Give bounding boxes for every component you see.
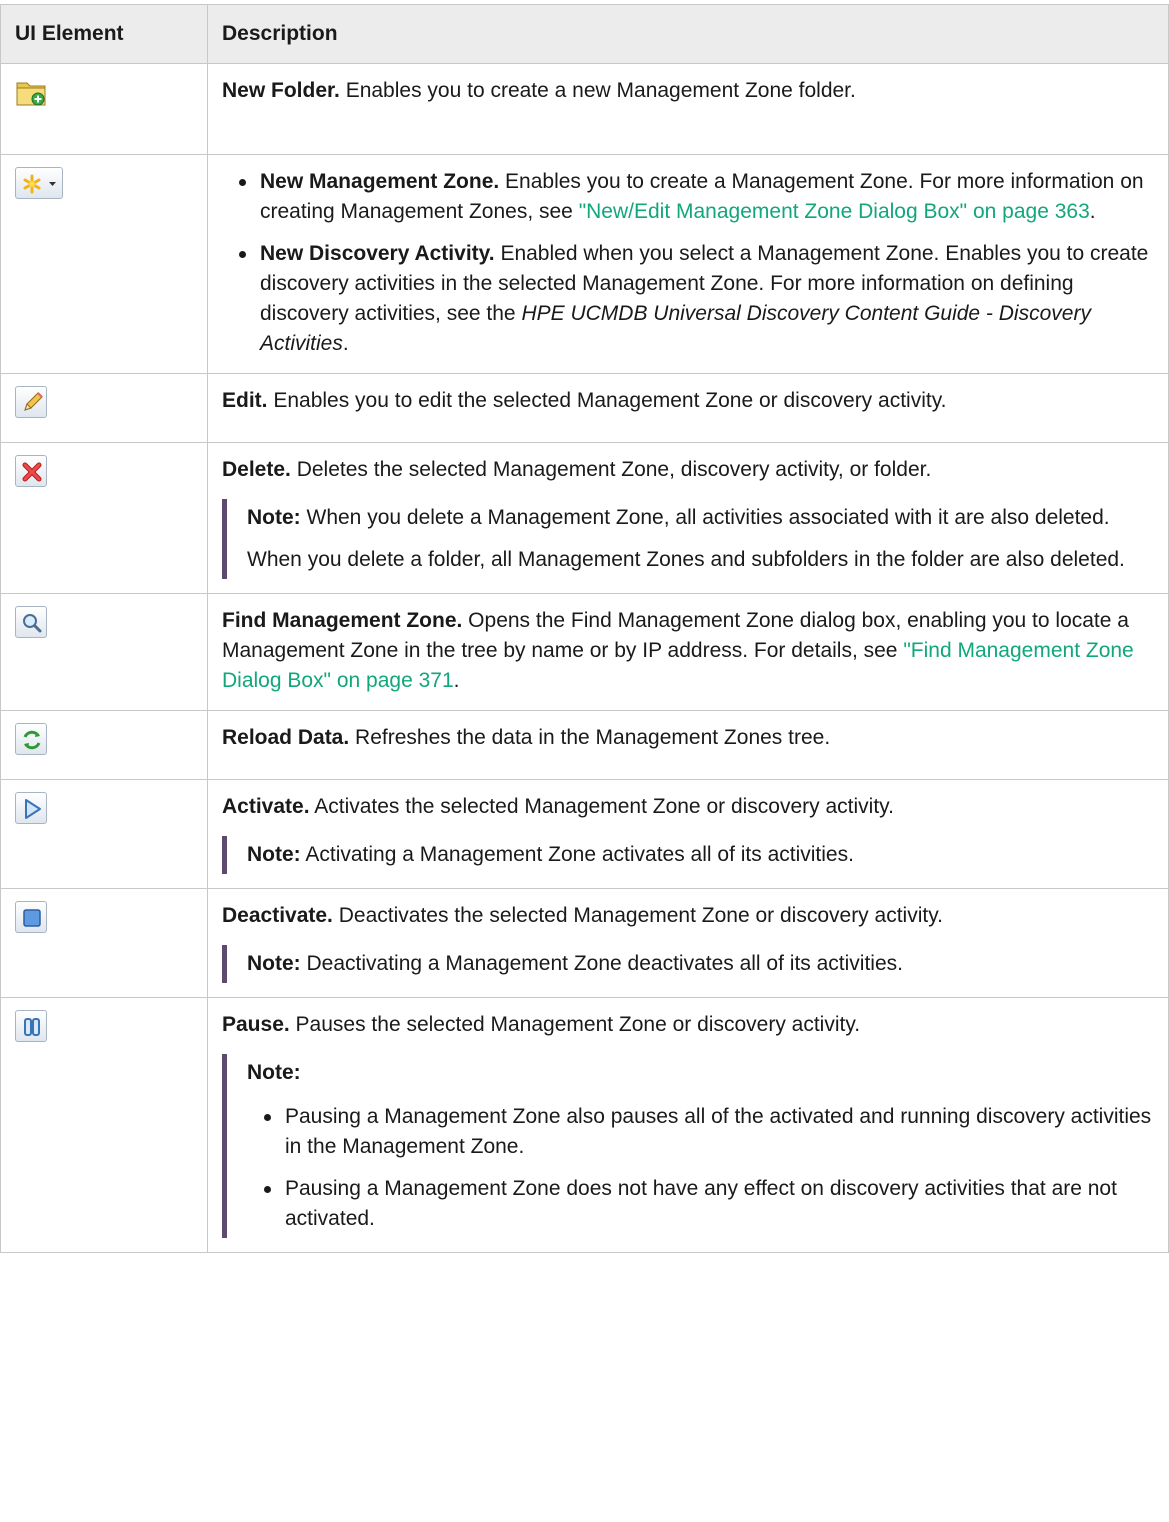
- delete-note-text-2: When you delete a folder, all Management…: [247, 548, 1125, 571]
- edit-title: Edit.: [222, 389, 268, 412]
- table-row: New Management Zone. Enables you to crea…: [0, 154, 1169, 374]
- deactivate-title: Deactivate.: [222, 904, 333, 927]
- new-folder-icon[interactable]: [15, 76, 47, 108]
- note-label: Note:: [247, 952, 301, 975]
- icon-cell: [0, 593, 208, 711]
- play-icon[interactable]: [15, 792, 47, 824]
- delete-note: Note: When you delete a Management Zone,…: [222, 499, 1154, 579]
- note-label: Note:: [247, 506, 301, 529]
- header-description: Description: [207, 4, 1169, 64]
- pencil-icon[interactable]: [15, 386, 47, 418]
- ui-elements-table: UI Element Description New Folder. Enabl…: [0, 4, 1169, 1253]
- find-title: Find Management Zone.: [222, 609, 463, 632]
- table-row: Pause. Pauses the selected Management Zo…: [0, 997, 1169, 1253]
- green-refresh-icon[interactable]: [15, 723, 47, 755]
- description-cell: Find Management Zone. Opens the Find Man…: [207, 593, 1169, 711]
- table-row: Find Management Zone. Opens the Find Man…: [0, 593, 1169, 711]
- description-cell: Reload Data. Refreshes the data in the M…: [207, 710, 1169, 780]
- new-activity-title: New Discovery Activity.: [260, 242, 495, 265]
- stop-icon[interactable]: [15, 901, 47, 933]
- icon-cell: [0, 779, 208, 889]
- description-cell: Activate. Activates the selected Managem…: [207, 779, 1169, 889]
- deactivate-note-text: Deactivating a Management Zone deactivat…: [300, 952, 903, 975]
- magnifier-icon[interactable]: [15, 606, 47, 638]
- activate-note: Note: Activating a Management Zone activ…: [222, 836, 1154, 874]
- icon-cell: [0, 997, 208, 1253]
- note-label: Note:: [247, 843, 301, 866]
- pause-title: Pause.: [222, 1013, 290, 1036]
- description-cell: Edit. Enables you to edit the selected M…: [207, 373, 1169, 443]
- description-cell: Pause. Pauses the selected Management Zo…: [207, 997, 1169, 1253]
- description-cell: Delete. Deletes the selected Management …: [207, 442, 1169, 594]
- icon-cell: [0, 442, 208, 594]
- find-after: .: [453, 669, 460, 692]
- activate-text: Activates the selected Management Zone o…: [309, 795, 894, 818]
- delete-note-text: When you delete a Management Zone, all a…: [300, 506, 1110, 529]
- table-header-row: UI Element Description: [0, 4, 1169, 64]
- table-row: Delete. Deletes the selected Management …: [0, 442, 1169, 594]
- new-folder-title: New Folder.: [222, 79, 340, 102]
- reload-text: Refreshes the data in the Management Zon…: [349, 726, 831, 749]
- table-row: Activate. Activates the selected Managem…: [0, 779, 1169, 889]
- new-mz-after: .: [1089, 200, 1096, 223]
- icon-cell: [0, 154, 208, 374]
- table-row: Edit. Enables you to edit the selected M…: [0, 373, 1169, 443]
- list-item: New Discovery Activity. Enabled when you…: [239, 239, 1154, 359]
- icon-cell: [0, 710, 208, 780]
- table-row: Reload Data. Refreshes the data in the M…: [0, 710, 1169, 780]
- edit-text: Enables you to edit the selected Managem…: [267, 389, 947, 412]
- reload-title: Reload Data.: [222, 726, 350, 749]
- list-item: Pausing a Management Zone does not have …: [264, 1174, 1154, 1234]
- delete-title: Delete.: [222, 458, 291, 481]
- red-x-icon[interactable]: [15, 455, 47, 487]
- description-cell: New Management Zone. Enables you to crea…: [207, 154, 1169, 374]
- pause-icon[interactable]: [15, 1010, 47, 1042]
- pause-note-list: Pausing a Management Zone also pauses al…: [247, 1102, 1154, 1234]
- activate-title: Activate.: [222, 795, 310, 818]
- list-item: New Management Zone. Enables you to crea…: [239, 167, 1154, 227]
- description-cell: New Folder. Enables you to create a new …: [207, 63, 1169, 155]
- new-options-list: New Management Zone. Enables you to crea…: [222, 167, 1154, 359]
- deactivate-note: Note: Deactivating a Management Zone dea…: [222, 945, 1154, 983]
- table-row: New Folder. Enables you to create a new …: [0, 63, 1169, 155]
- pause-text: Pauses the selected Management Zone or d…: [289, 1013, 861, 1036]
- list-item: Pausing a Management Zone also pauses al…: [264, 1102, 1154, 1162]
- new-activity-after: .: [342, 332, 349, 355]
- table-row: Deactivate. Deactivates the selected Man…: [0, 888, 1169, 998]
- deactivate-text: Deactivates the selected Management Zone…: [332, 904, 943, 927]
- new-mz-title: New Management Zone.: [260, 170, 500, 193]
- activate-note-text: Activating a Management Zone activates a…: [300, 843, 854, 866]
- delete-text: Deletes the selected Management Zone, di…: [290, 458, 932, 481]
- new-edit-mz-dialog-link[interactable]: "New/Edit Management Zone Dialog Box" on…: [579, 200, 1090, 223]
- icon-cell: [0, 888, 208, 998]
- new-folder-text: Enables you to create a new Management Z…: [339, 79, 856, 102]
- new-asterisk-dropdown-icon[interactable]: [15, 167, 63, 199]
- icon-cell: [0, 373, 208, 443]
- note-label: Note:: [247, 1061, 301, 1084]
- description-cell: Deactivate. Deactivates the selected Man…: [207, 888, 1169, 998]
- icon-cell: [0, 63, 208, 155]
- header-ui-element: UI Element: [0, 4, 208, 64]
- pause-note: Note: Pausing a Management Zone also pau…: [222, 1054, 1154, 1238]
